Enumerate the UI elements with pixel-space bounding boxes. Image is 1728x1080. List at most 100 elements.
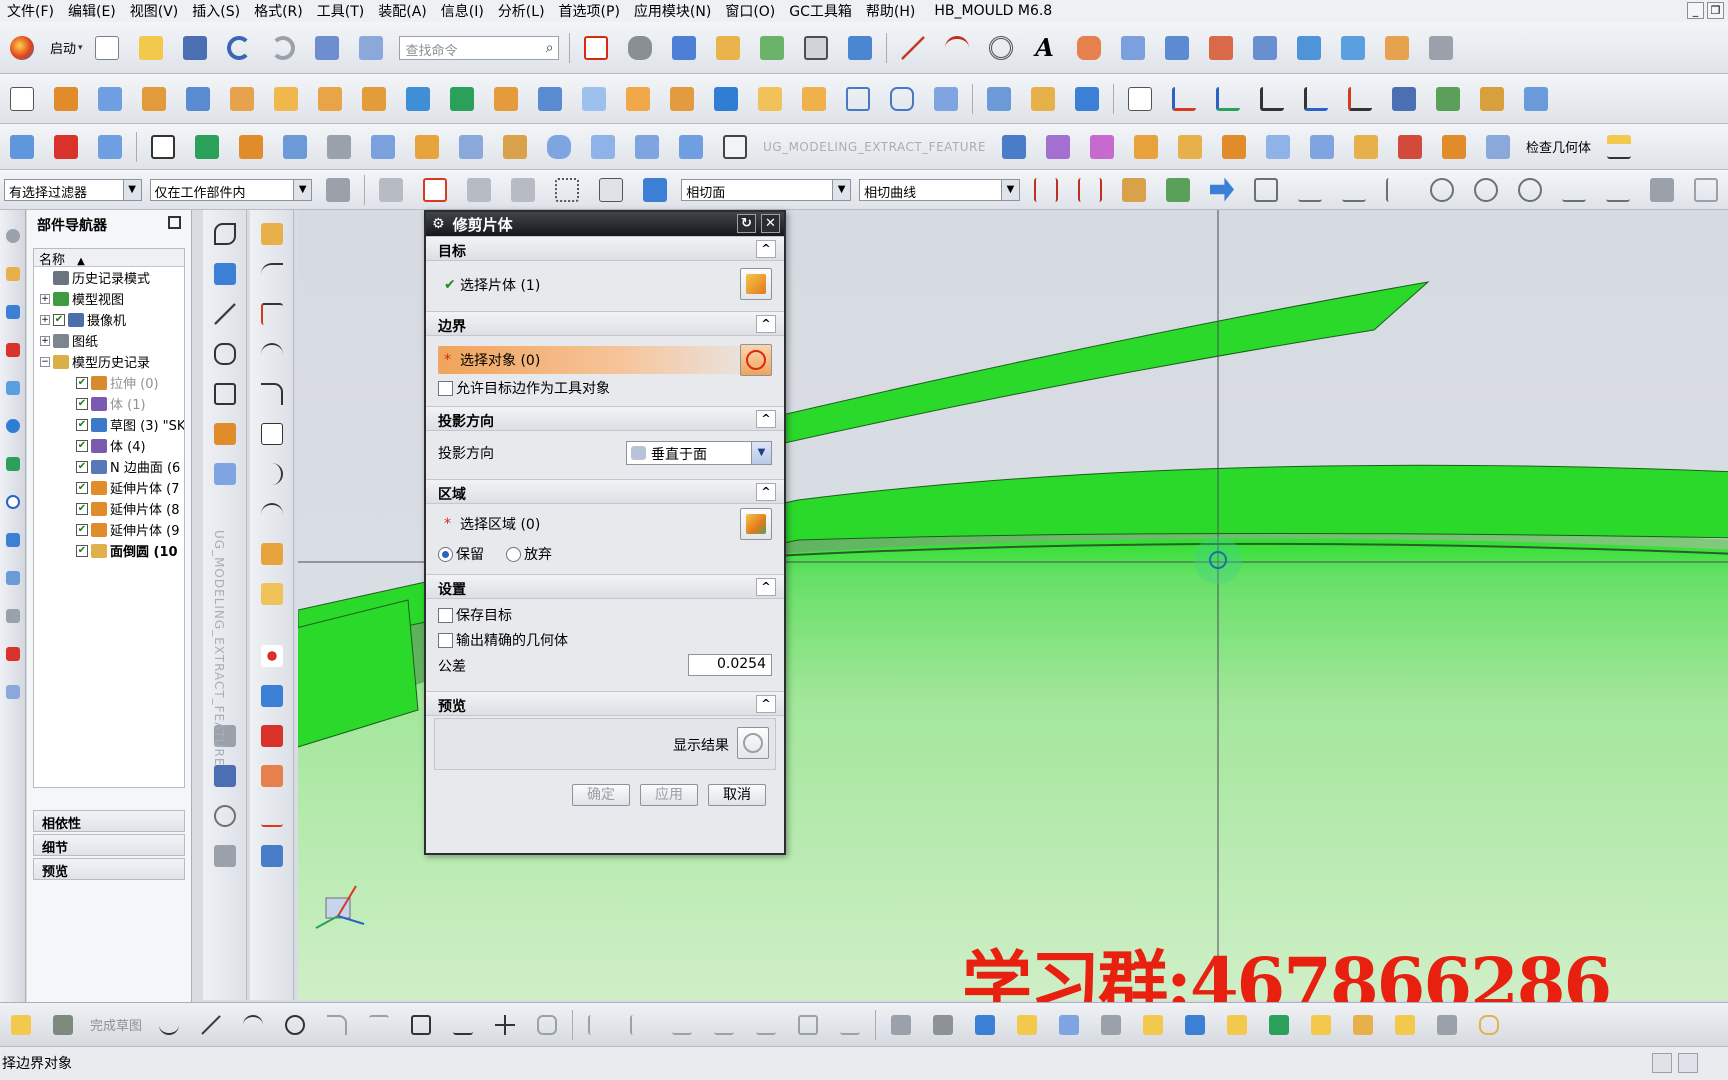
cancel-button[interactable]: 取消 xyxy=(708,784,766,806)
edge-blend-icon[interactable] xyxy=(533,82,567,116)
finish-sketch-button[interactable]: 完成草图 xyxy=(90,1015,142,1034)
visibility-checkbox[interactable]: ✔ xyxy=(76,376,88,389)
paperclip-icon[interactable] xyxy=(1474,1010,1504,1040)
snap-curve-icon[interactable] xyxy=(506,173,540,207)
datum-csys-icon[interactable] xyxy=(982,82,1016,116)
menu-item-12[interactable]: GC工具箱 xyxy=(782,1,859,21)
minimize-icon[interactable]: _ xyxy=(1687,2,1704,19)
collapse-icon[interactable]: ^ xyxy=(756,578,776,596)
corner-icon[interactable] xyxy=(256,378,288,410)
copy-icon[interactable] xyxy=(209,840,241,872)
tree-node[interactable]: ✔ 草图 (3) "SK xyxy=(34,414,184,435)
check-geometry-button[interactable]: 检查几何体 xyxy=(1526,137,1591,156)
assembly-move-icon[interactable] xyxy=(1096,1010,1126,1040)
divide-curve-icon[interactable] xyxy=(1248,31,1282,65)
make-corner-icon[interactable] xyxy=(667,1010,697,1040)
constraint-navigator-icon[interactable] xyxy=(1,300,25,324)
save-wcs-icon[interactable] xyxy=(1387,82,1421,116)
trim-sheet-icon[interactable] xyxy=(146,130,180,164)
reuse-library-icon[interactable] xyxy=(1,376,25,400)
ok-button[interactable]: 确定 xyxy=(572,784,630,806)
blend-icon[interactable] xyxy=(997,130,1031,164)
tree-node[interactable]: + ✔ 摄像机 xyxy=(34,309,184,330)
wcs-dynamic-icon[interactable] xyxy=(1026,82,1060,116)
trim-body-icon[interactable] xyxy=(181,82,215,116)
precise-geometry-checkbox[interactable]: 输出精确的几何体 xyxy=(438,630,568,650)
combined-projection-icon[interactable] xyxy=(209,218,241,250)
restore-icon[interactable]: ❐ xyxy=(1707,2,1724,19)
collapse-icon[interactable]: ^ xyxy=(756,483,776,501)
studio-surface-icon[interactable] xyxy=(1380,31,1414,65)
face-blend-icon[interactable] xyxy=(1041,130,1075,164)
section-target[interactable]: 目标 ^ xyxy=(426,236,784,261)
hatch-icon[interactable] xyxy=(256,760,288,792)
pad-icon[interactable] xyxy=(5,130,39,164)
tube-icon[interactable] xyxy=(542,130,576,164)
visibility-checkbox[interactable]: ✔ xyxy=(76,481,88,494)
project-curve-icon[interactable] xyxy=(1116,31,1150,65)
undo-icon[interactable] xyxy=(222,31,256,65)
snap-point-on-icon[interactable] xyxy=(1117,173,1151,207)
system-scenes-icon[interactable] xyxy=(1,642,25,666)
assembly-sequence-icon[interactable] xyxy=(1390,1010,1420,1040)
window-select-icon[interactable] xyxy=(550,173,584,207)
menu-item-11[interactable]: 窗口(O) xyxy=(718,1,782,21)
redo-icon[interactable] xyxy=(266,31,300,65)
analysis-icon[interactable] xyxy=(1424,31,1458,65)
profile-icon[interactable] xyxy=(154,1010,184,1040)
shell-icon[interactable] xyxy=(621,82,655,116)
extend-sheet-icon[interactable] xyxy=(190,130,224,164)
visibility-checkbox[interactable]: ✔ xyxy=(76,418,88,431)
visibility-checkbox[interactable]: ✔ xyxy=(76,544,88,557)
selection-scope-select[interactable]: 仅在工作部件内 ▼ xyxy=(149,178,313,201)
dimension-icon[interactable] xyxy=(835,1010,865,1040)
rectangle-icon[interactable] xyxy=(5,82,39,116)
intersection-point-icon[interactable] xyxy=(751,1010,781,1040)
sketch-new-icon[interactable] xyxy=(6,1010,36,1040)
snap-existing-icon[interactable] xyxy=(1557,173,1591,207)
sketch-vertical-icon[interactable] xyxy=(256,218,288,250)
selection-icon[interactable] xyxy=(354,31,388,65)
visibility-checkbox[interactable]: ✔ xyxy=(76,397,88,410)
tree-node[interactable]: ✔ N 边曲面 (6 xyxy=(34,456,184,477)
expand-icon[interactable]: + xyxy=(40,335,50,346)
fillet-vertical-icon[interactable] xyxy=(256,258,288,290)
offset-curve-icon[interactable] xyxy=(1072,31,1106,65)
dependencies-panel[interactable]: 相依性 xyxy=(33,810,185,832)
list-icon[interactable] xyxy=(1,680,25,704)
convert-reference-icon[interactable] xyxy=(970,1010,1000,1040)
menu-item-7[interactable]: 信息(I) xyxy=(434,1,491,21)
snap-midpoint-icon[interactable] xyxy=(1293,173,1327,207)
section-projection[interactable]: 投影方向 ^ xyxy=(426,406,784,431)
select-region-button[interactable] xyxy=(740,508,772,540)
cylinder-icon[interactable] xyxy=(1173,130,1207,164)
assembly-icon[interactable] xyxy=(93,130,127,164)
sew-icon[interactable] xyxy=(225,82,259,116)
dots-icon[interactable] xyxy=(256,640,288,672)
quick-extend-icon[interactable] xyxy=(625,1010,655,1040)
tree-node[interactable]: ✔ 体 (4) xyxy=(34,435,184,456)
visibility-checkbox[interactable]: ✔ xyxy=(76,439,88,452)
geometric-constraint-icon[interactable] xyxy=(793,1010,823,1040)
system-materials-icon[interactable] xyxy=(1,528,25,552)
chevron-down-icon[interactable]: ▼ xyxy=(751,442,771,464)
cylinder-vertical-icon[interactable] xyxy=(256,538,288,570)
save-icon[interactable] xyxy=(178,31,212,65)
wcs-rotate-icon[interactable] xyxy=(1211,82,1245,116)
tree-node[interactable]: + 模型视图 xyxy=(34,288,184,309)
arc-icon[interactable] xyxy=(940,31,974,65)
through-curves-icon[interactable] xyxy=(454,130,488,164)
wcs-axis-icon[interactable] xyxy=(1343,82,1377,116)
bend-icon[interactable] xyxy=(1393,130,1427,164)
polyline-icon[interactable] xyxy=(448,1010,478,1040)
extrude-icon[interactable] xyxy=(49,82,83,116)
part-navigator-icon[interactable] xyxy=(1,338,25,362)
tree-node[interactable]: 历史记录模式 xyxy=(34,267,184,288)
assembly-group-icon[interactable] xyxy=(1348,1010,1378,1040)
studio-icon[interactable] xyxy=(630,130,664,164)
derived-line-icon[interactable] xyxy=(709,1010,739,1040)
close-icon[interactable]: ✕ xyxy=(761,214,780,233)
select-region-row[interactable]: * 选择区域 (0) xyxy=(438,510,772,538)
s-curve-icon[interactable] xyxy=(256,338,288,370)
grid-chart-icon[interactable] xyxy=(256,840,288,872)
